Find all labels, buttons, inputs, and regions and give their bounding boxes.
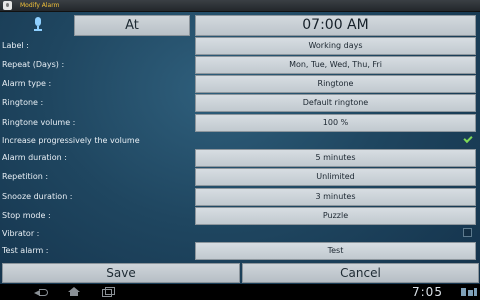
setting-label: Test alarm : (2, 246, 49, 255)
time-row: At 07:00 AM (0, 12, 480, 36)
setting-label: Label : (2, 41, 29, 50)
battery-icon (474, 288, 477, 296)
setting-label: Stop mode : (2, 211, 51, 220)
setting-label: Alarm duration : (2, 153, 67, 162)
system-navigation-bar: 7:05 (0, 284, 480, 300)
save-button[interactable]: Save (2, 263, 240, 283)
setting-row-alarm-duration: Alarm duration : 5 minutes (0, 148, 480, 167)
setting-label: Snooze duration : (2, 192, 73, 201)
title-bar: Modify Alarm (0, 0, 480, 12)
ringtone-button[interactable]: Default ringtone (195, 94, 476, 112)
setting-row-snooze-duration: Snooze duration : 3 minutes (0, 187, 480, 206)
alarm-type-button[interactable]: Ringtone (195, 75, 476, 93)
setting-label: Ringtone : (2, 98, 44, 107)
voice-input-button[interactable] (4, 14, 72, 34)
setting-row-stop-mode: Stop mode : Puzzle (0, 206, 480, 225)
recent-apps-icon[interactable] (102, 287, 115, 297)
test-alarm-button[interactable]: Test (195, 242, 476, 260)
status-clock: 7:05 (412, 285, 443, 299)
setting-row-alarm-type: Alarm type : Ringtone (0, 74, 480, 93)
checkmark-icon[interactable] (463, 133, 473, 144)
setting-label: Alarm type : (2, 79, 52, 88)
home-icon[interactable] (68, 287, 80, 296)
notification-icon (461, 288, 466, 296)
repetition-button[interactable]: Unlimited (195, 168, 476, 186)
back-icon[interactable] (34, 287, 48, 296)
setting-row-repeat: Repeat (Days) : Mon, Tue, Wed, Thu, Fri (0, 55, 480, 74)
label-value-button[interactable]: Working days (195, 37, 476, 55)
setting-label: Repeat (Days) : (2, 60, 65, 69)
action-bar: Save Cancel (0, 263, 480, 283)
setting-label: Repetition : (2, 172, 49, 181)
alarm-mode-button[interactable]: At (74, 15, 190, 36)
alarm-duration-button[interactable]: 5 minutes (195, 149, 476, 167)
snooze-duration-button[interactable]: 3 minutes (195, 188, 476, 206)
microphone-icon (34, 17, 42, 31)
repeat-days-button[interactable]: Mon, Tue, Wed, Thu, Fri (195, 56, 476, 74)
stop-mode-button[interactable]: Puzzle (195, 207, 476, 225)
alarm-time-button[interactable]: 07:00 AM (195, 15, 476, 36)
ringtone-volume-button[interactable]: 100 % (195, 114, 476, 132)
setting-row-ringtone: Ringtone : Default ringtone (0, 93, 480, 112)
setting-row-repetition: Repetition : Unlimited (0, 167, 480, 186)
vibrator-checkbox[interactable] (463, 228, 472, 237)
setting-row-ringtone-volume: Ringtone volume : 100 % (0, 113, 480, 132)
app-icon (3, 1, 12, 10)
setting-label: Ringtone volume : (2, 118, 76, 127)
window-title: Modify Alarm (20, 2, 60, 9)
setting-row-label: Label : Working days (0, 36, 480, 55)
wifi-icon (468, 290, 473, 296)
cancel-button[interactable]: Cancel (242, 263, 479, 283)
setting-row-test-alarm: Test alarm : Test (0, 241, 480, 260)
